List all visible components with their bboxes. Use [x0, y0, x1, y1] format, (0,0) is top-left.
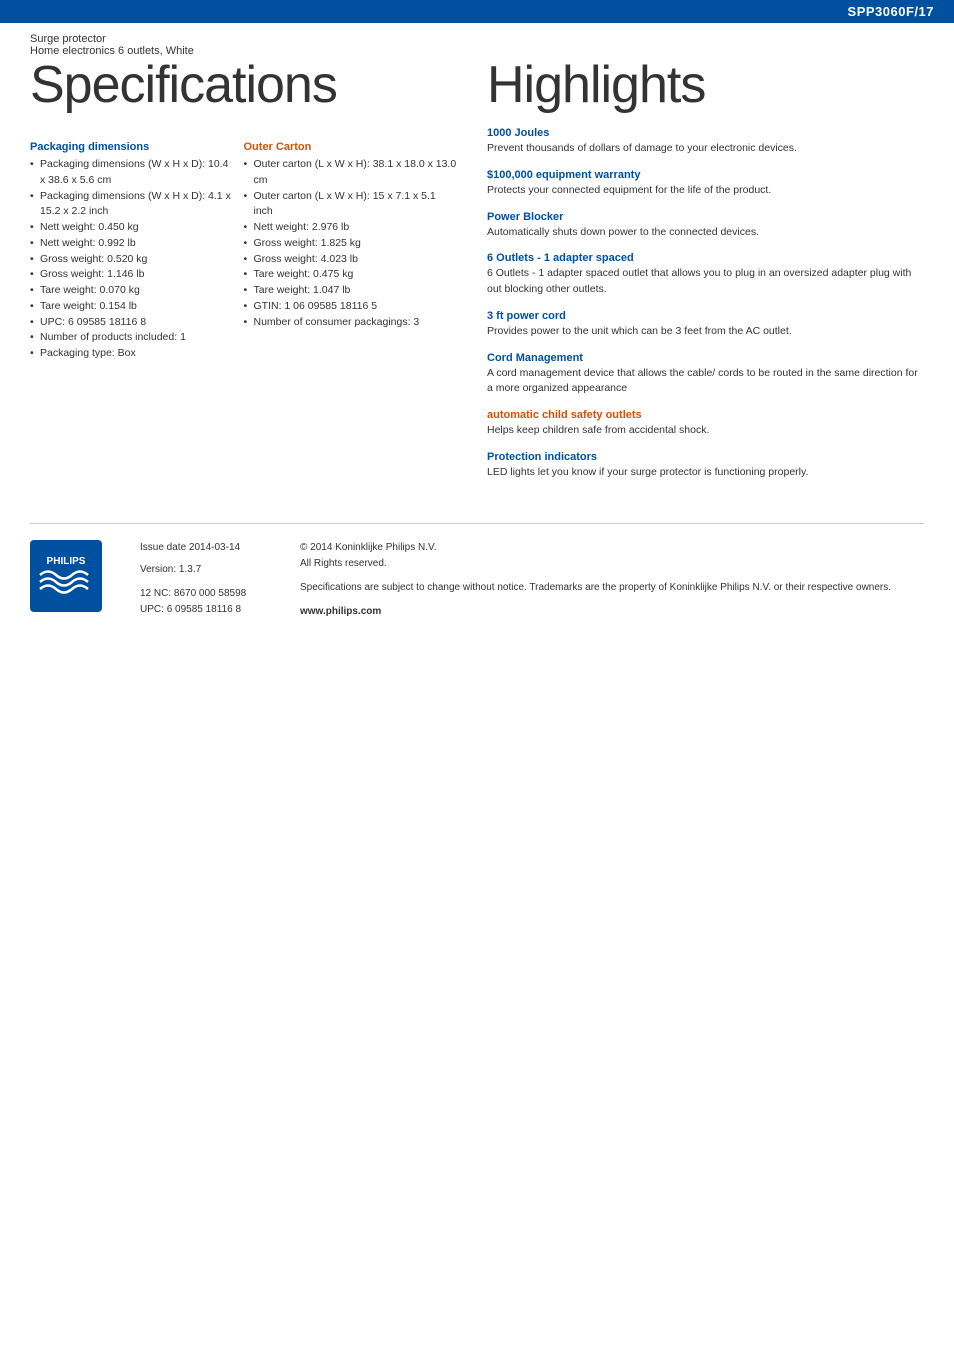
footer-legal: © 2014 Koninklijke Philips N.V. All Righ…	[300, 540, 924, 620]
highlight-warranty: $100,000 equipment warranty Protects you…	[487, 169, 924, 199]
legal-text: Specifications are subject to change wit…	[300, 580, 924, 596]
nc-label: 12 NC:	[140, 588, 171, 599]
main-content: Specifications Packaging dimensions Pack…	[0, 57, 954, 493]
list-item: Outer carton (L x W x H): 38.1 x 18.0 x …	[244, 157, 458, 189]
highlight-6-outlets: 6 Outlets - 1 adapter spaced 6 Outlets -…	[487, 252, 924, 298]
list-item: Gross weight: 1.146 lb	[30, 267, 234, 283]
nc-line: 12 NC: 8670 000 58598 UPC: 6 09585 18116…	[140, 586, 300, 618]
product-subtitle: Surge protector Home electronics 6 outle…	[0, 23, 954, 57]
highlights-title: Highlights	[487, 59, 924, 111]
highlight-1000-joules: 1000 Joules Prevent thousands of dollars…	[487, 127, 924, 157]
version-value: 1.3.7	[179, 564, 201, 575]
list-item: Nett weight: 0.992 lb	[30, 236, 234, 252]
highlight-desc: Helps keep children safe from accidental…	[487, 423, 924, 439]
page: SPP3060F/17 Surge protector Home electro…	[0, 0, 954, 1350]
right-column: Highlights 1000 Joules Prevent thousands…	[477, 57, 924, 493]
packaging-heading: Packaging dimensions	[30, 141, 234, 153]
version-label: Version:	[140, 564, 176, 575]
list-item: Nett weight: 2.976 lb	[244, 220, 458, 236]
highlight-desc: Protects your connected equipment for th…	[487, 183, 924, 199]
issue-date-line: Issue date 2014-03-14	[140, 540, 300, 556]
list-item: Number of products included: 1	[30, 330, 234, 346]
rights: All Rights reserved.	[300, 558, 387, 569]
svg-text:PHILIPS: PHILIPS	[47, 556, 86, 567]
highlight-power-blocker: Power Blocker Automatically shuts down p…	[487, 211, 924, 241]
specs-sub-columns: Packaging dimensions Packaging dimension…	[30, 127, 457, 362]
highlight-title: automatic child safety outlets	[487, 409, 924, 421]
highlight-title: Protection indicators	[487, 451, 924, 463]
header-bar: SPP3060F/17	[0, 0, 954, 23]
highlight-desc: LED lights let you know if your surge pr…	[487, 465, 924, 481]
highlight-desc: A cord management device that allows the…	[487, 366, 924, 398]
highlight-child-safety: automatic child safety outlets Helps kee…	[487, 409, 924, 439]
packaging-dims-col: Packaging dimensions Packaging dimension…	[30, 127, 244, 362]
highlight-desc: Prevent thousands of dollars of damage t…	[487, 141, 924, 157]
highlight-title: Power Blocker	[487, 211, 924, 223]
product-code: SPP3060F/17	[848, 4, 934, 19]
version-line: Version: 1.3.7	[140, 562, 300, 578]
list-item: Tare weight: 0.154 lb	[30, 299, 234, 315]
highlight-desc: Provides power to the unit which can be …	[487, 324, 924, 340]
highlight-desc: Automatically shuts down power to the co…	[487, 225, 924, 241]
highlight-title: 3 ft power cord	[487, 310, 924, 322]
highlight-protection-indicators: Protection indicators LED lights let you…	[487, 451, 924, 481]
list-item: Tare weight: 1.047 lb	[244, 283, 458, 299]
list-item: Tare weight: 0.475 kg	[244, 267, 458, 283]
upc-label: UPC:	[140, 604, 164, 615]
list-item: GTIN: 1 06 09585 18116 5	[244, 299, 458, 315]
list-item: Packaging type: Box	[30, 346, 234, 362]
copyright: © 2014 Koninklijke Philips N.V.	[300, 542, 437, 553]
list-item: UPC: 6 09585 18116 8	[30, 315, 234, 331]
outer-carton-col: Outer Carton Outer carton (L x W x H): 3…	[244, 127, 458, 362]
footer: PHILIPS Issue date 2014-03-14 Version: 1…	[30, 523, 924, 620]
philips-logo-icon: PHILIPS	[30, 540, 102, 612]
philips-logo-container: PHILIPS	[30, 540, 110, 615]
highlight-cord-management: Cord Management A cord management device…	[487, 352, 924, 398]
highlight-title: Cord Management	[487, 352, 924, 364]
highlight-title: 6 Outlets - 1 adapter spaced	[487, 252, 924, 264]
highlight-title: $100,000 equipment warranty	[487, 169, 924, 181]
list-item: Nett weight: 0.450 kg	[30, 220, 234, 236]
list-item: Packaging dimensions (W x H x D): 10.4 x…	[30, 157, 234, 189]
product-category: Surge protector	[30, 33, 924, 45]
highlight-desc: 6 Outlets - 1 adapter spaced outlet that…	[487, 266, 924, 298]
nc-value: 8670 000 58598	[174, 588, 246, 599]
list-item: Gross weight: 1.825 kg	[244, 236, 458, 252]
list-item: Gross weight: 4.023 lb	[244, 252, 458, 268]
highlight-power-cord: 3 ft power cord Provides power to the un…	[487, 310, 924, 340]
footer-meta: Issue date 2014-03-14 Version: 1.3.7 12 …	[140, 540, 300, 618]
website-line: www.philips.com	[300, 604, 924, 620]
list-item: Packaging dimensions (W x H x D): 4.1 x …	[30, 189, 234, 221]
list-item: Tare weight: 0.070 kg	[30, 283, 234, 299]
specs-title: Specifications	[30, 59, 457, 111]
left-column: Specifications Packaging dimensions Pack…	[30, 57, 477, 493]
list-item: Gross weight: 0.520 kg	[30, 252, 234, 268]
outer-carton-heading: Outer Carton	[244, 141, 458, 153]
highlight-title: 1000 Joules	[487, 127, 924, 139]
list-item: Outer carton (L x W x H): 15 x 7.1 x 5.1…	[244, 189, 458, 221]
packaging-list: Packaging dimensions (W x H x D): 10.4 x…	[30, 157, 234, 362]
copyright-line: © 2014 Koninklijke Philips N.V. All Righ…	[300, 540, 924, 572]
outer-carton-list: Outer carton (L x W x H): 38.1 x 18.0 x …	[244, 157, 458, 330]
website[interactable]: www.philips.com	[300, 606, 381, 617]
upc-value: 6 09585 18116 8	[167, 604, 241, 615]
list-item: Number of consumer packagings: 3	[244, 315, 458, 331]
